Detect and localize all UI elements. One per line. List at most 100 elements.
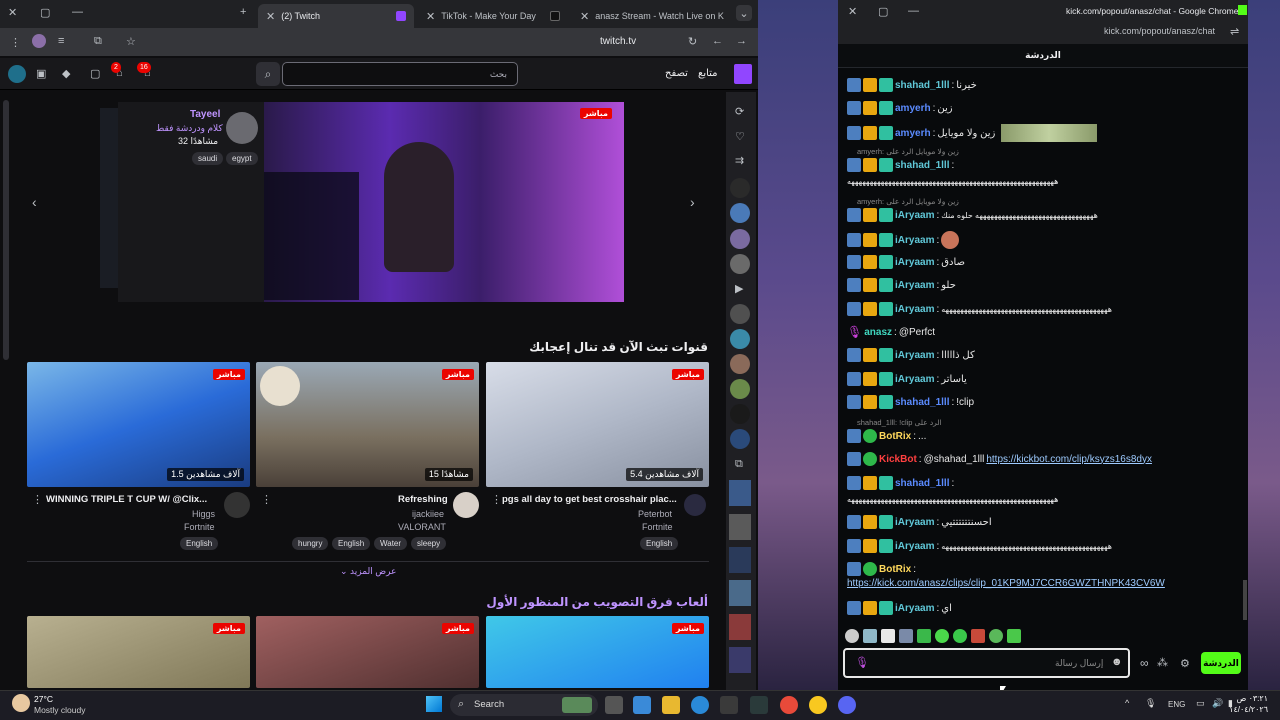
app-icon[interactable]	[750, 696, 768, 714]
chat-message[interactable]: iAryaam: ههههههههههههههههههههههههههههههه…	[847, 302, 1166, 316]
language-indicator[interactable]: ENG	[1168, 700, 1185, 709]
followed-channel-avatar[interactable]	[730, 203, 750, 223]
followed-channel-avatar[interactable]	[730, 178, 750, 198]
tag-sleepy[interactable]: sleepy	[411, 537, 447, 550]
tag-english[interactable]: English	[180, 537, 219, 550]
followed-channel-avatar[interactable]	[730, 254, 750, 274]
stream-thumbnail[interactable]: مباشر 1.5 آلاف مشاهدين	[27, 362, 250, 487]
close-tab-icon[interactable]: ✕	[580, 10, 589, 23]
followed-channel-avatar[interactable]	[730, 404, 750, 424]
minimize-icon[interactable]: —	[908, 5, 919, 17]
stream-thumbnail[interactable]: مباشر 15 مشاهدًا	[256, 362, 479, 487]
chat-message[interactable]: iAryaam: ياساتر	[847, 372, 967, 386]
edge-icon[interactable]	[691, 696, 709, 714]
carousel-prev-icon[interactable]: ‹	[32, 194, 37, 210]
extensions-icon[interactable]: ≡	[58, 35, 64, 47]
section-fps-title[interactable]: ألعاب فرق التصويب من المنظور الأول	[460, 595, 708, 609]
weather-icon[interactable]	[12, 694, 30, 712]
chat-message[interactable]: amyerh: زين	[847, 101, 953, 115]
whispers-icon[interactable]: ▢	[90, 67, 100, 80]
category-box-art[interactable]	[729, 614, 751, 640]
close-window-icon[interactable]: ✕	[8, 6, 17, 19]
tag-english[interactable]: English	[640, 537, 679, 550]
carousel-next-icon[interactable]: ›	[690, 194, 695, 210]
chat-message[interactable]: iAryaam:	[847, 231, 960, 249]
close-window-icon[interactable]: ✕	[848, 5, 857, 18]
carousel-side-card[interactable]	[100, 108, 120, 288]
popup-url[interactable]: kick.com/popout/anasz/chat	[1104, 26, 1215, 36]
tab-kick[interactable]: ✕ anasz Stream - Watch Live on K	[572, 4, 732, 28]
emoji-picker-icon[interactable]: ☻	[1111, 656, 1123, 668]
emote-icon[interactable]	[935, 629, 949, 643]
card-title[interactable]: pgs all day to get best crosshair plac..…	[502, 494, 677, 505]
chat-scrollbar[interactable]	[1243, 580, 1247, 620]
category-box-art[interactable]	[729, 514, 751, 540]
store-icon[interactable]	[720, 696, 738, 714]
followed-channel-avatar[interactable]	[730, 429, 750, 449]
chat-message[interactable]: 🎙 anasz: @Perfct	[847, 325, 935, 339]
chat-users-icon[interactable]: ∞	[1140, 656, 1149, 670]
chat-message[interactable]: iAryaam: حلو	[847, 278, 956, 292]
new-tab-icon[interactable]: +	[240, 6, 246, 18]
weather-temp[interactable]: 27°C	[34, 694, 53, 704]
category-box-art[interactable]	[729, 480, 751, 506]
emote-icon[interactable]	[1007, 629, 1021, 643]
kebab-menu-icon[interactable]: ⋮	[10, 36, 21, 49]
chat-message[interactable]: shahad_1lll: خيرنا	[847, 78, 977, 92]
category-box-art[interactable]	[729, 647, 751, 673]
chat-message[interactable]: iAryaam: ههههههههههههههههههههههههههههههه…	[847, 208, 1211, 222]
nav-following[interactable]: متابع	[698, 68, 718, 79]
search-input[interactable]: بحث	[282, 62, 518, 86]
game-name[interactable]: Fortnite	[184, 522, 215, 532]
followed-heart-icon[interactable]: ♡	[735, 130, 745, 143]
chat-message[interactable]: amyerh: زين ولا مويايل	[847, 124, 1098, 142]
windows-start-icon[interactable]	[426, 696, 442, 712]
chat-badges-icon[interactable]: ⁂	[1157, 656, 1168, 669]
send-chat-button[interactable]: الدردشة	[1201, 652, 1241, 674]
back-icon[interactable]: ←	[712, 35, 723, 47]
reload-icon[interactable]: ↻	[688, 35, 697, 48]
chat-message[interactable]: BotRix:	[847, 562, 916, 576]
card-title[interactable]: Refreshing	[398, 494, 448, 505]
emote-icon[interactable]	[845, 629, 859, 643]
show-more-link[interactable]: ⌄ عرض المزيد	[340, 566, 396, 577]
clip-link[interactable]: https://kickbot.com/clip/ksyzs16s8dyx	[986, 454, 1152, 465]
video-icon[interactable]: ▶	[735, 282, 743, 295]
page-scrollbar[interactable]	[3, 100, 9, 360]
chat-message[interactable]: iAryaam: صادق	[847, 255, 965, 269]
stream-thumbnail[interactable]: مباشر	[27, 616, 250, 688]
chat-message[interactable]: iAryaam: ههههههههههههههههههههههههههههههه…	[847, 539, 1171, 553]
site-settings-icon[interactable]: ⇌	[1230, 25, 1239, 38]
streamer-name[interactable]: Tayeel	[190, 109, 220, 120]
chat-message[interactable]: BotRix: ...	[847, 429, 926, 443]
chrome-profile-icon[interactable]	[809, 696, 827, 714]
clock-time[interactable]: ٠٣:٢١ ص	[1234, 694, 1268, 703]
recommended-icon[interactable]: ⟳	[735, 105, 744, 118]
chat-input[interactable]: 🎙 إرسال رسالة ☻	[843, 648, 1130, 678]
tab-share-icon[interactable]: ⧉	[94, 35, 102, 48]
card-menu-icon[interactable]: ⋮	[32, 493, 43, 506]
url-text[interactable]: twitch.tv	[600, 36, 636, 47]
card-menu-icon[interactable]: ⋮	[491, 493, 502, 506]
file-explorer-icon[interactable]	[662, 696, 680, 714]
user-avatar[interactable]	[8, 65, 26, 83]
chat-settings-icon[interactable]: ⚙	[1180, 657, 1190, 670]
task-view-icon[interactable]	[605, 696, 623, 714]
followed-channel-avatar[interactable]	[730, 229, 750, 249]
clock-date[interactable]: ١٤/٠٤/٢٠٢٦	[1226, 705, 1268, 714]
forward-icon[interactable]: →	[736, 35, 747, 47]
channel-avatar[interactable]	[453, 492, 479, 518]
twitch-logo-icon[interactable]	[734, 64, 752, 84]
collapse-icon[interactable]: ⇉	[735, 154, 744, 167]
card-title[interactable]: WINNING TRIPLE T CUP W/ @Clix...	[46, 494, 218, 505]
network-icon[interactable]: ▭	[1196, 698, 1205, 709]
volume-icon[interactable]: 🔊	[1212, 698, 1223, 709]
game-name[interactable]: VALORANT	[398, 522, 446, 532]
bits-icon[interactable]: ◆	[62, 67, 70, 80]
tag-egypt[interactable]: egypt	[226, 152, 258, 165]
maximize-icon[interactable]: ▢	[878, 5, 888, 18]
channel-name[interactable]: ijackiiee	[412, 509, 444, 519]
emote-icon[interactable]	[863, 629, 877, 643]
featured-stream-card[interactable]: مباشر Tayeel كلام ودردشة فقط 32 مشاهدًا …	[118, 102, 624, 302]
copilot-icon[interactable]	[633, 696, 651, 714]
